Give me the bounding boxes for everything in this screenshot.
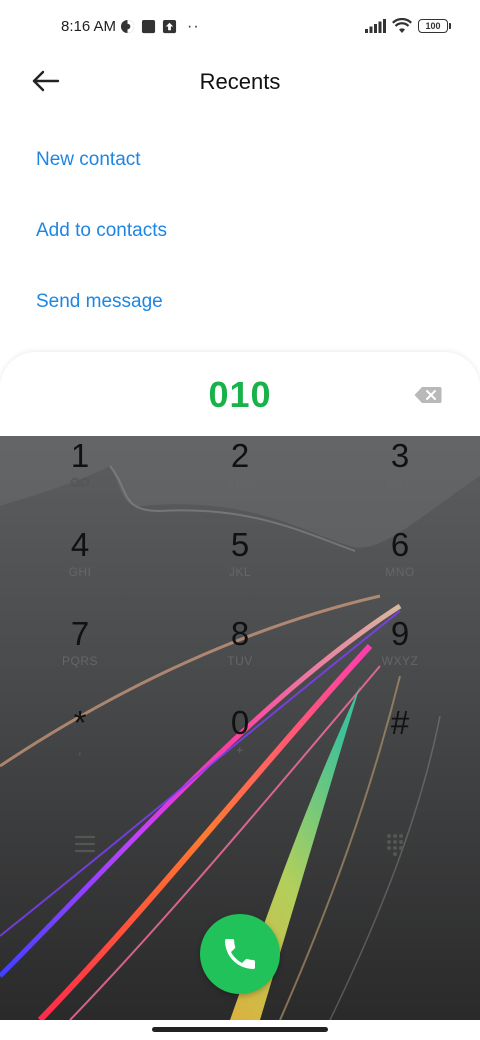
key-digit: 1 — [70, 437, 90, 474]
key-digit: 0 — [230, 704, 250, 741]
key-letters: ABC — [226, 476, 254, 490]
status-time: 8:16 AM — [61, 18, 117, 35]
key-digit: # — [390, 704, 410, 741]
more-notifications-icon: ·· — [187, 17, 200, 35]
wifi-icon — [392, 18, 412, 33]
menu-icon[interactable] — [65, 824, 105, 864]
key-letters: + — [236, 743, 244, 757]
new-contact-link[interactable]: New contact — [36, 149, 141, 171]
key-letters: JKL — [228, 565, 252, 579]
key-digit: 7 — [70, 615, 90, 652]
key-digit: 5 — [230, 526, 250, 563]
page-title: Recents — [199, 69, 281, 94]
add-to-contacts-link[interactable]: Add to contacts — [36, 220, 167, 242]
battery-icon: 100 — [418, 19, 451, 33]
key-2[interactable]: 2 ABC — [180, 436, 300, 520]
send-message-link[interactable]: Send message — [36, 291, 163, 313]
key-7[interactable]: 7 PQRS — [20, 614, 140, 698]
key-9[interactable]: 9 WXYZ — [340, 614, 460, 698]
key-star[interactable]: * , — [20, 703, 140, 787]
number-display: 010 — [0, 352, 480, 436]
key-digit: 9 — [390, 615, 410, 652]
key-digit: 3 — [390, 437, 410, 474]
home-indicator[interactable] — [152, 1027, 328, 1032]
voicemail-icon — [70, 477, 90, 487]
system-icons: 100 — [364, 18, 451, 34]
key-letters: PQRS — [61, 654, 98, 668]
key-8[interactable]: 8 TUV — [180, 614, 300, 698]
notification-icons: ·· — [120, 17, 200, 35]
key-digit: 4 — [70, 526, 90, 563]
key-letters: MNO — [385, 565, 415, 579]
app-header: Recents — [0, 56, 480, 108]
key-letters: , — [78, 743, 82, 757]
key-letters: GHI — [68, 565, 92, 579]
key-digit: 6 — [390, 526, 410, 563]
key-4[interactable]: 4 GHI — [20, 525, 140, 609]
key-6[interactable]: 6 MNO — [340, 525, 460, 609]
phone-icon — [225, 939, 255, 969]
vpn-icon — [120, 19, 135, 34]
key-3[interactable]: 3 DEF — [340, 436, 460, 520]
upload-icon — [162, 19, 177, 34]
key-digit: 8 — [230, 615, 250, 652]
signal-icon — [365, 19, 386, 33]
call-button[interactable] — [200, 914, 280, 994]
key-letters: WXYZ — [381, 654, 419, 668]
key-letters: TUV — [227, 654, 253, 668]
navigation-bar — [0, 1020, 480, 1040]
key-letters: DEF — [387, 476, 413, 490]
dialed-number: 010 — [208, 374, 272, 415]
status-bar: 8:16 AM ·· 100 — [0, 0, 480, 56]
key-5[interactable]: 5 JKL — [180, 525, 300, 609]
key-1[interactable]: 1 — [20, 436, 140, 520]
key-digit: 2 — [230, 437, 250, 474]
app-notification-icon — [141, 19, 156, 34]
keypad: 1 2 ABC 3 DEF 4 GHI 5 JKL 6 MNO 7 PQRS 8… — [0, 436, 480, 1020]
key-hash[interactable]: # — [340, 703, 460, 787]
key-0[interactable]: 0 + — [180, 703, 300, 787]
dialpad-icon[interactable] — [375, 824, 415, 864]
key-digit: * — [73, 704, 87, 741]
dialer-panel: 010 1 2 ABC 3 DEF 4 GHI 5 JKL 6 MNO 7 PQ… — [0, 352, 480, 1040]
backspace-icon[interactable] — [414, 386, 442, 404]
